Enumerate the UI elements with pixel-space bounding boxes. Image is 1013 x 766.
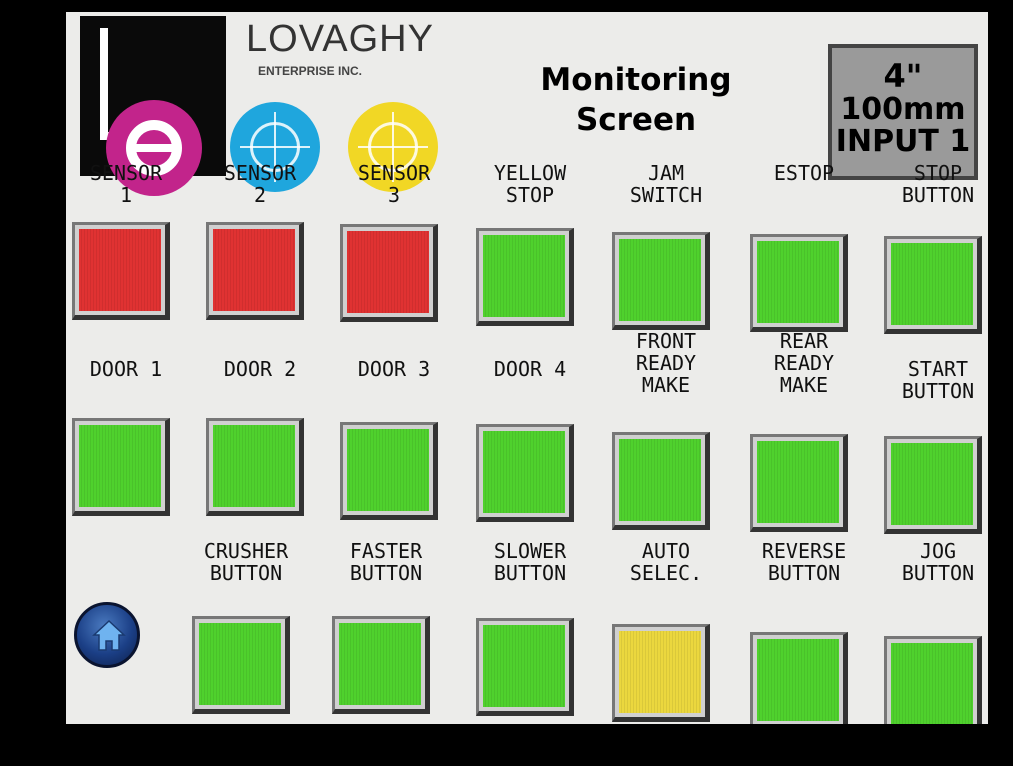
indicator-label: DOOR 2 — [223, 357, 297, 381]
indicator-label: REVERSE BUTTON — [761, 539, 847, 585]
size-inches: 4" — [883, 57, 923, 95]
brand-subtitle: ENTERPRISE INC. — [258, 64, 363, 78]
indicator-label: DOOR 1 — [89, 357, 163, 381]
indicator-lamp-green — [72, 418, 170, 516]
home-button[interactable] — [74, 602, 140, 668]
indicator-lamp-red — [72, 222, 170, 320]
indicator-lamp-green — [612, 432, 710, 530]
indicator-label: SENSOR 2 — [223, 161, 297, 207]
indicator-label: CRUSHER BUTTON — [203, 539, 289, 585]
indicator-label: JAM SWITCH — [629, 161, 703, 207]
input-number: INPUT 1 — [835, 124, 971, 159]
brand-name: LOVAGHY — [246, 18, 434, 60]
indicator-lamp-green — [750, 434, 848, 532]
indicator-lamp-green — [884, 436, 982, 534]
indicator-label: YELLOW STOP — [493, 161, 567, 207]
hmi-screen: LOVAGHY ENTERPRISE INC. Monitoring Scree… — [66, 12, 988, 724]
indicator-lamp-green — [884, 636, 982, 724]
indicator-label: FRONT READY MAKE — [635, 329, 697, 397]
indicator-label: JOG BUTTON — [901, 539, 975, 585]
indicator-label: SLOWER BUTTON — [493, 539, 567, 585]
home-icon — [92, 619, 126, 651]
indicator-lamp-green — [884, 236, 982, 334]
indicator-label: SENSOR 3 — [357, 161, 431, 207]
indicator-lamp-green — [750, 632, 848, 724]
indicator-label: REAR READY MAKE — [773, 329, 835, 397]
indicator-lamp-green — [206, 418, 304, 516]
indicator-lamp-green — [750, 234, 848, 332]
indicator-lamp-green — [340, 422, 438, 520]
indicator-label: START BUTTON — [901, 357, 975, 403]
indicator-label: DOOR 4 — [493, 357, 567, 381]
indicator-label: STOP BUTTON — [901, 161, 975, 207]
indicator-lamp-green — [612, 232, 710, 330]
indicator-lamp-green — [476, 228, 574, 326]
indicator-lamp-green — [476, 618, 574, 716]
indicator-lamp-yellow — [612, 624, 710, 722]
indicator-lamp-green — [332, 616, 430, 714]
indicator-label: DOOR 3 — [357, 357, 431, 381]
logo-e-bar — [130, 144, 180, 152]
size-input-indicator: 4" 100mm INPUT 1 — [828, 44, 978, 180]
indicator-lamp-green — [476, 424, 574, 522]
indicator-lamp-green — [192, 616, 290, 714]
indicator-lamp-red — [340, 224, 438, 322]
logo-l-stroke — [100, 28, 108, 140]
indicator-label: SENSOR 1 — [89, 161, 163, 207]
indicator-label: AUTO SELEC. — [629, 539, 703, 585]
indicator-label: ESTOP — [773, 161, 835, 185]
indicator-label: FASTER BUTTON — [349, 539, 423, 585]
screen-title: Monitoring Screen — [540, 62, 732, 138]
size-mm: 100mm — [840, 92, 966, 127]
indicator-lamp-red — [206, 222, 304, 320]
